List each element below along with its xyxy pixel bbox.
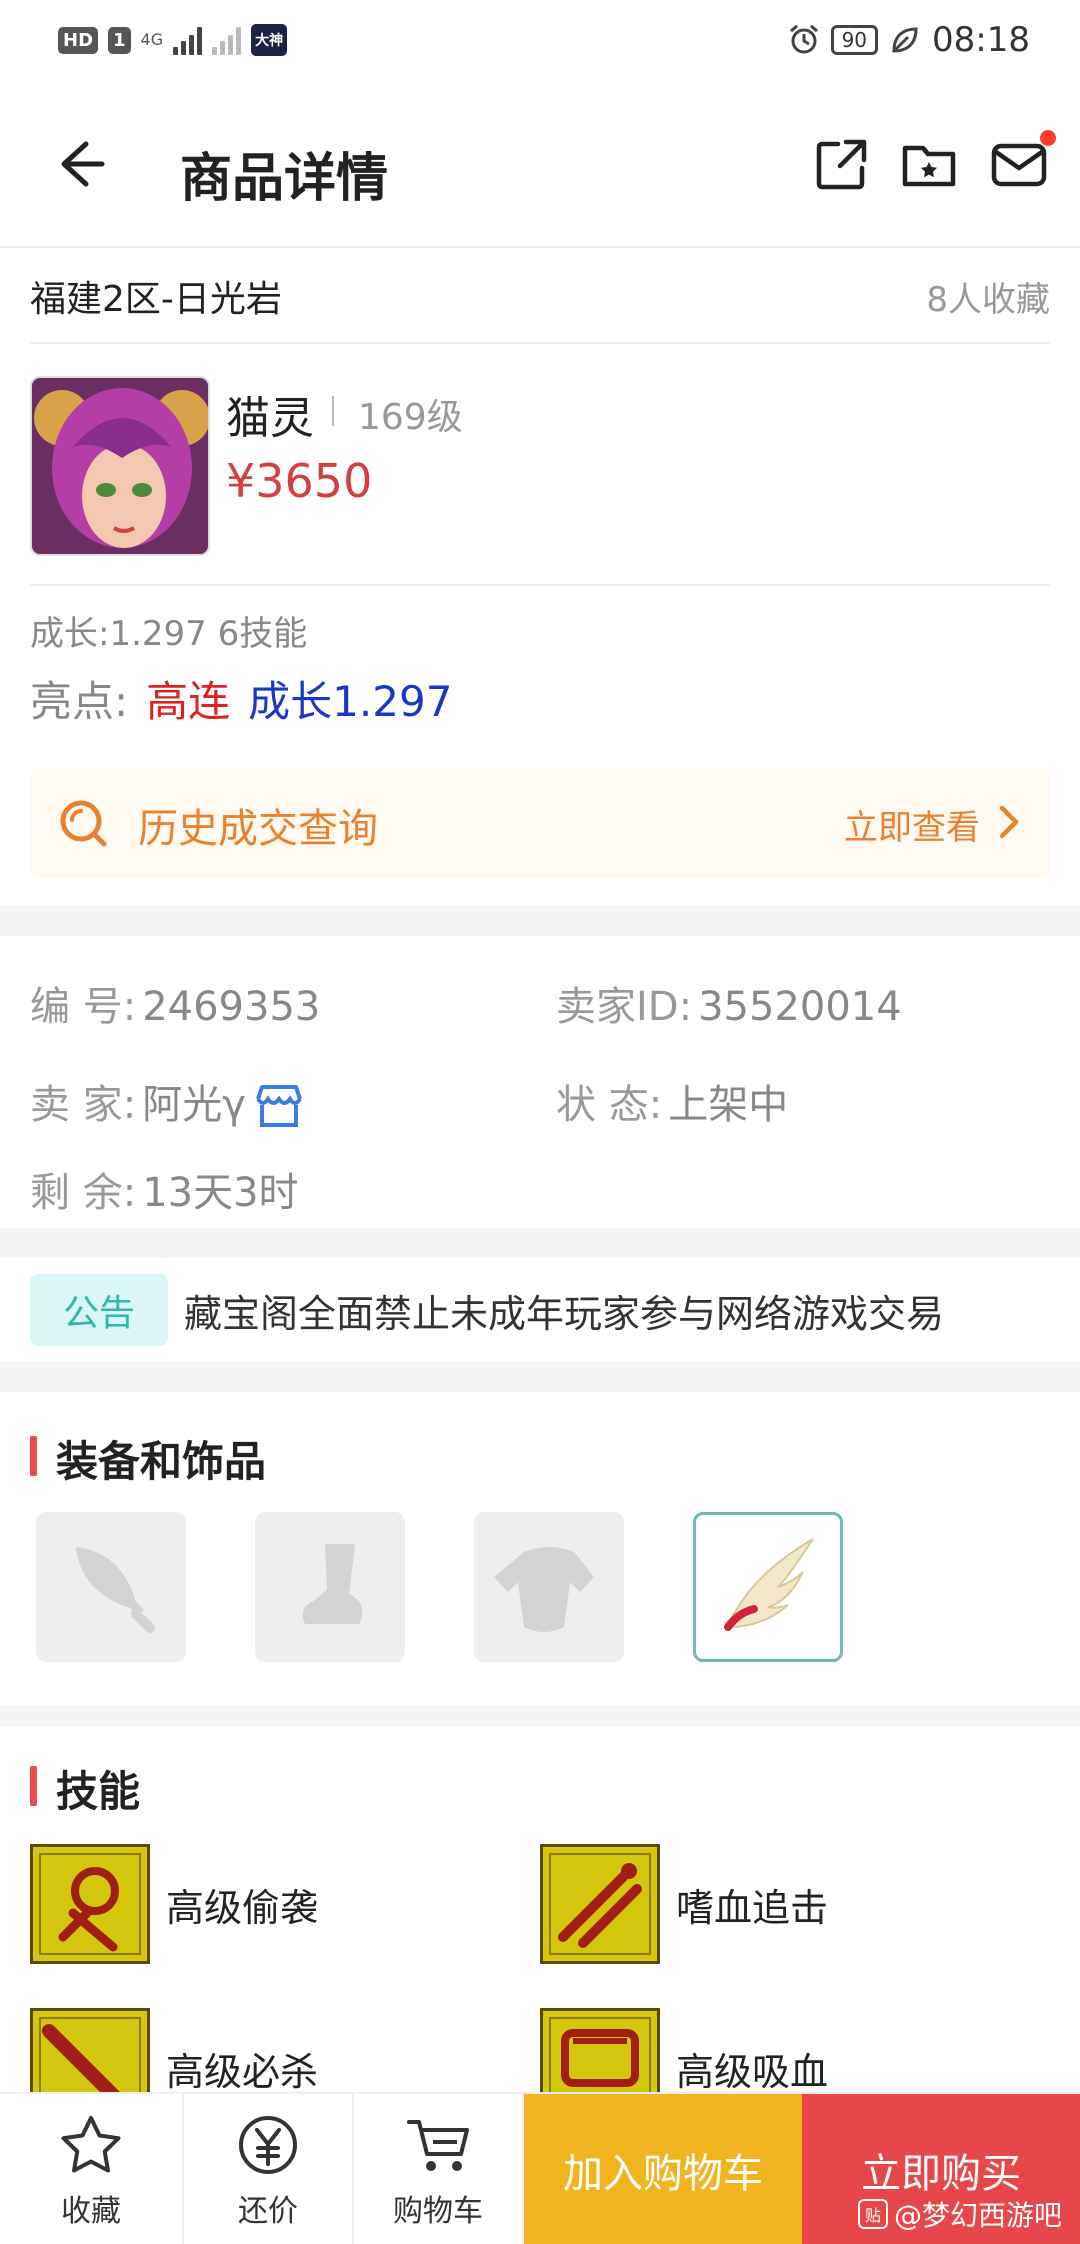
skill-label: 高级吸血 [676, 2049, 829, 2094]
info-status: 状 态: 上架中 [556, 1072, 788, 1130]
remaining-label: 剩 余: [30, 1170, 137, 1216]
weapon-slot[interactable] [36, 1512, 186, 1662]
search-icon [60, 800, 107, 847]
server-name: 福建2区-日光岩 [30, 279, 282, 320]
price: ¥3650 [226, 454, 373, 508]
view-now-link[interactable]: 立即查看 [844, 800, 980, 849]
highlight-label: 亮点: [30, 677, 129, 726]
signal-icon [173, 25, 203, 55]
notice-badge: 公告 [30, 1274, 168, 1346]
app-badge: 大神 [251, 24, 288, 56]
leaf-icon [892, 27, 918, 53]
equipment-title: 装备和饰品 [30, 1428, 266, 1489]
wing-ornament-slot[interactable] [693, 1512, 843, 1662]
alarm-icon [789, 24, 818, 54]
watermark-text: @梦幻西游吧 [893, 2199, 1062, 2232]
info-remaining: 剩 余: 13天3时 [30, 1160, 299, 1218]
page-title: 商品详情 [180, 149, 389, 209]
info-seller: 卖 家: 阿光γ [30, 1072, 306, 1131]
info-seller-id: 卖家ID: 35520014 [556, 974, 902, 1032]
watermark: 贴 @梦幻西游吧 [857, 2194, 1062, 2234]
weapon-slot-icon [76, 1547, 155, 1633]
clock: 08:18 [932, 20, 1030, 60]
seller-label: 卖 家: [30, 1082, 137, 1128]
mail-icon[interactable] [990, 136, 1048, 194]
wing-ornament-icon [724, 1538, 814, 1631]
bottom-action-bar: 收藏 还价 购物车 加入购物车 立即购买 贴 @梦幻西游吧 [0, 2092, 1080, 2244]
seller-id-label: 卖家ID: [556, 984, 693, 1030]
status-right: 90 08:18 [787, 20, 1030, 60]
highlights: 亮点: 高连 成长1.297 [30, 668, 452, 729]
highlight-tag-blue: 成长1.297 [248, 677, 453, 726]
skill-sneak-attack-icon [30, 1844, 150, 1964]
buy-now-label: 立即购买 [861, 2151, 1021, 2197]
notice-text: 藏宝阁全面禁止未成年玩家参与网络游戏交易 [184, 1291, 945, 1336]
history-label: 历史成交查询 [138, 806, 378, 852]
cart-label: 购物车 [393, 2194, 483, 2229]
history-trade-query[interactable]: 历史成交查询 立即查看 [30, 768, 1050, 878]
bargain-label: 还价 [238, 2194, 298, 2229]
folder-star-icon[interactable] [900, 136, 958, 194]
name-divider [332, 396, 334, 426]
pet-avatar[interactable] [30, 376, 210, 556]
notification-dot [1040, 130, 1056, 146]
favorite-label: 收藏 [61, 2194, 121, 2229]
product-summary: 猫灵 169级 ¥3650 [30, 372, 1050, 586]
skill-label: 嗜血追击 [676, 1885, 829, 1930]
section-gap [0, 906, 1080, 936]
tieba-logo-icon: 贴 [857, 2199, 888, 2229]
server-row: 福建2区-日光岩 8人收藏 [30, 250, 1050, 344]
pet-level: 169级 [358, 397, 463, 438]
star-icon [61, 2116, 121, 2173]
section-gap [0, 1228, 1080, 1258]
id-value: 2469353 [142, 984, 321, 1030]
boots-slot[interactable] [255, 1512, 405, 1662]
skill-label: 高级必杀 [166, 2049, 319, 2094]
section-gap [0, 1362, 1080, 1392]
armor-slot-icon [494, 1547, 594, 1632]
hd-indicator: HD [58, 26, 99, 54]
status-bar: HD 1 4G 大神 90 08:18 [0, 0, 1080, 80]
bargain-button[interactable]: 还价 [184, 2094, 354, 2244]
skill-label: 高级偷袭 [166, 1885, 319, 1930]
skill-item[interactable]: 嗜血追击 [540, 1844, 1020, 1964]
boots-slot-icon [302, 1544, 363, 1624]
skills-title: 技能 [30, 1758, 140, 1819]
skill-item[interactable]: 高级偷袭 [30, 1844, 510, 1964]
armor-slot[interactable] [474, 1512, 624, 1662]
back-arrow-icon[interactable] [52, 134, 112, 194]
share-icon[interactable] [812, 136, 870, 194]
highlight-tag-red: 高连 [146, 677, 231, 726]
status-value: 上架中 [668, 1082, 789, 1128]
cart-icon [407, 2120, 469, 2171]
shop-icon[interactable] [252, 1083, 306, 1131]
seller-value[interactable]: 阿光γ [142, 1082, 246, 1128]
remaining-value: 13天3时 [142, 1170, 299, 1216]
section-gap [0, 1706, 1080, 1726]
yen-icon [239, 2116, 297, 2174]
id-label: 编 号: [30, 984, 137, 1030]
growth-skills: 成长:1.297 6技能 [30, 614, 308, 654]
seller-id-value: 35520014 [698, 984, 902, 1030]
skill-bloodthirst-icon [540, 1844, 660, 1964]
notice-bar[interactable]: 公告 藏宝阁全面禁止未成年玩家参与网络游戏交易 [30, 1274, 1050, 1346]
network-type: 4G [140, 30, 164, 49]
favorite-count: 8人收藏 [926, 279, 1050, 320]
info-id: 编 号: 2469353 [30, 974, 320, 1032]
pet-name: 猫灵 [226, 393, 314, 444]
status-label: 状 态: [556, 1082, 663, 1128]
sim-indicator: 1 [108, 26, 131, 54]
favorite-button[interactable]: 收藏 [0, 2094, 184, 2244]
cart-button[interactable]: 购物车 [354, 2094, 524, 2244]
app-header: 商品详情 [0, 80, 1080, 248]
chevron-right-icon [999, 805, 1019, 839]
battery-indicator: 90 [830, 25, 879, 55]
status-left: HD 1 4G 大神 [58, 24, 288, 56]
signal-2-icon [212, 25, 242, 55]
add-to-cart-button[interactable]: 加入购物车 [524, 2094, 802, 2244]
